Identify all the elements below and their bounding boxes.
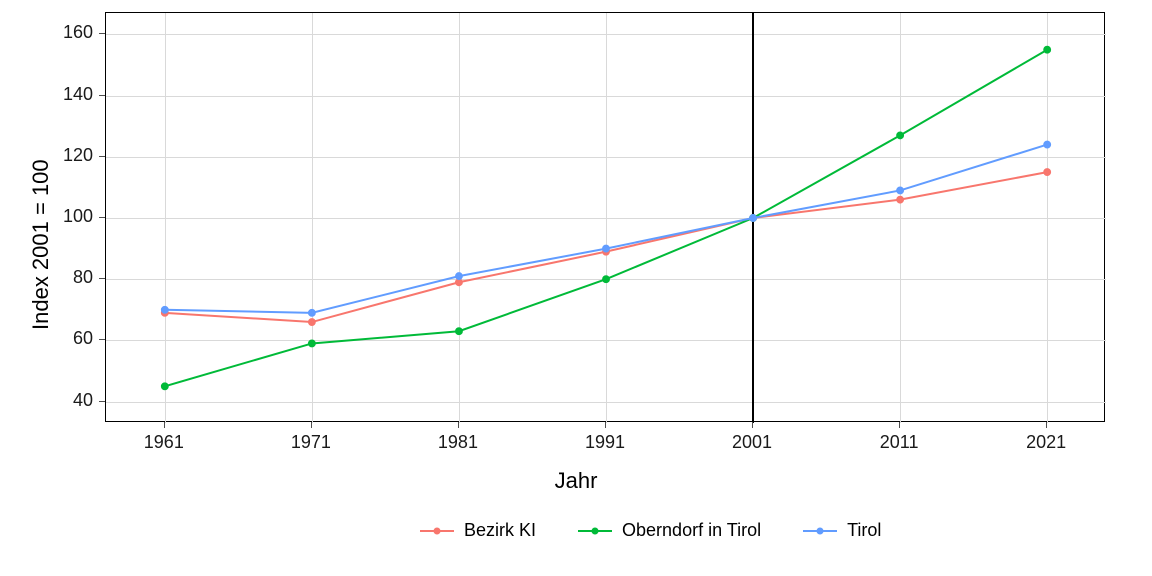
legend-swatch xyxy=(578,530,612,532)
y-tick-label: 40 xyxy=(73,390,93,411)
legend-swatch xyxy=(420,530,454,532)
x-tick-label: 2011 xyxy=(880,432,919,453)
legend-label: Bezirk KI xyxy=(464,520,536,541)
y-axis-title: Index 2001 = 100 xyxy=(28,159,54,330)
legend-swatch xyxy=(803,530,837,532)
x-tick-mark xyxy=(1046,422,1047,428)
x-tick-mark xyxy=(899,422,900,428)
x-tick-label: 2021 xyxy=(1026,432,1066,453)
x-tick-mark xyxy=(458,422,459,428)
plot-panel xyxy=(105,12,1105,422)
x-tick-label: 2001 xyxy=(732,432,772,453)
y-tick-mark xyxy=(99,95,105,96)
series-point xyxy=(309,340,315,346)
y-tick-label: 140 xyxy=(63,84,93,105)
series-layer xyxy=(106,13,1106,423)
x-tick-mark xyxy=(605,422,606,428)
series-point xyxy=(897,187,903,193)
legend-item: Tirol xyxy=(803,520,881,541)
series-point xyxy=(897,196,903,202)
y-tick-mark xyxy=(99,217,105,218)
series-point xyxy=(1044,47,1050,53)
series-point xyxy=(162,383,168,389)
series-line xyxy=(165,145,1047,313)
chart-container: Index 2001 = 100 Jahr Bezirk KI Oberndorf… xyxy=(0,0,1152,576)
series-point xyxy=(897,132,903,138)
series-point xyxy=(309,310,315,316)
series-point xyxy=(603,245,609,251)
legend-label: Tirol xyxy=(847,520,881,541)
series-point xyxy=(1044,169,1050,175)
legend-dot-icon xyxy=(592,527,599,534)
x-tick-mark xyxy=(164,422,165,428)
series-point xyxy=(162,307,168,313)
series-point xyxy=(750,215,756,221)
legend-label: Oberndorf in Tirol xyxy=(622,520,761,541)
series-point xyxy=(603,276,609,282)
series-point xyxy=(309,319,315,325)
series-point xyxy=(1044,141,1050,147)
legend-item: Bezirk KI xyxy=(420,520,536,541)
y-tick-label: 160 xyxy=(63,22,93,43)
legend-dot-icon xyxy=(434,527,441,534)
y-tick-mark xyxy=(99,339,105,340)
y-tick-mark xyxy=(99,278,105,279)
x-tick-mark xyxy=(752,422,753,428)
y-tick-mark xyxy=(99,401,105,402)
x-tick-label: 1991 xyxy=(585,432,625,453)
series-point xyxy=(456,328,462,334)
y-tick-mark xyxy=(99,156,105,157)
y-tick-mark xyxy=(99,33,105,34)
x-tick-label: 1971 xyxy=(291,432,331,453)
legend-dot-icon xyxy=(817,527,824,534)
x-tick-label: 1961 xyxy=(144,432,184,453)
y-tick-label: 100 xyxy=(63,206,93,227)
series-line xyxy=(165,50,1047,387)
series-point xyxy=(456,273,462,279)
x-tick-label: 1981 xyxy=(438,432,478,453)
legend-item: Oberndorf in Tirol xyxy=(578,520,761,541)
y-tick-label: 120 xyxy=(63,145,93,166)
x-axis-title: Jahr xyxy=(555,468,598,494)
legend: Bezirk KI Oberndorf in Tirol Tirol xyxy=(420,520,881,541)
x-tick-mark xyxy=(311,422,312,428)
y-tick-label: 60 xyxy=(73,328,93,349)
y-tick-label: 80 xyxy=(73,267,93,288)
